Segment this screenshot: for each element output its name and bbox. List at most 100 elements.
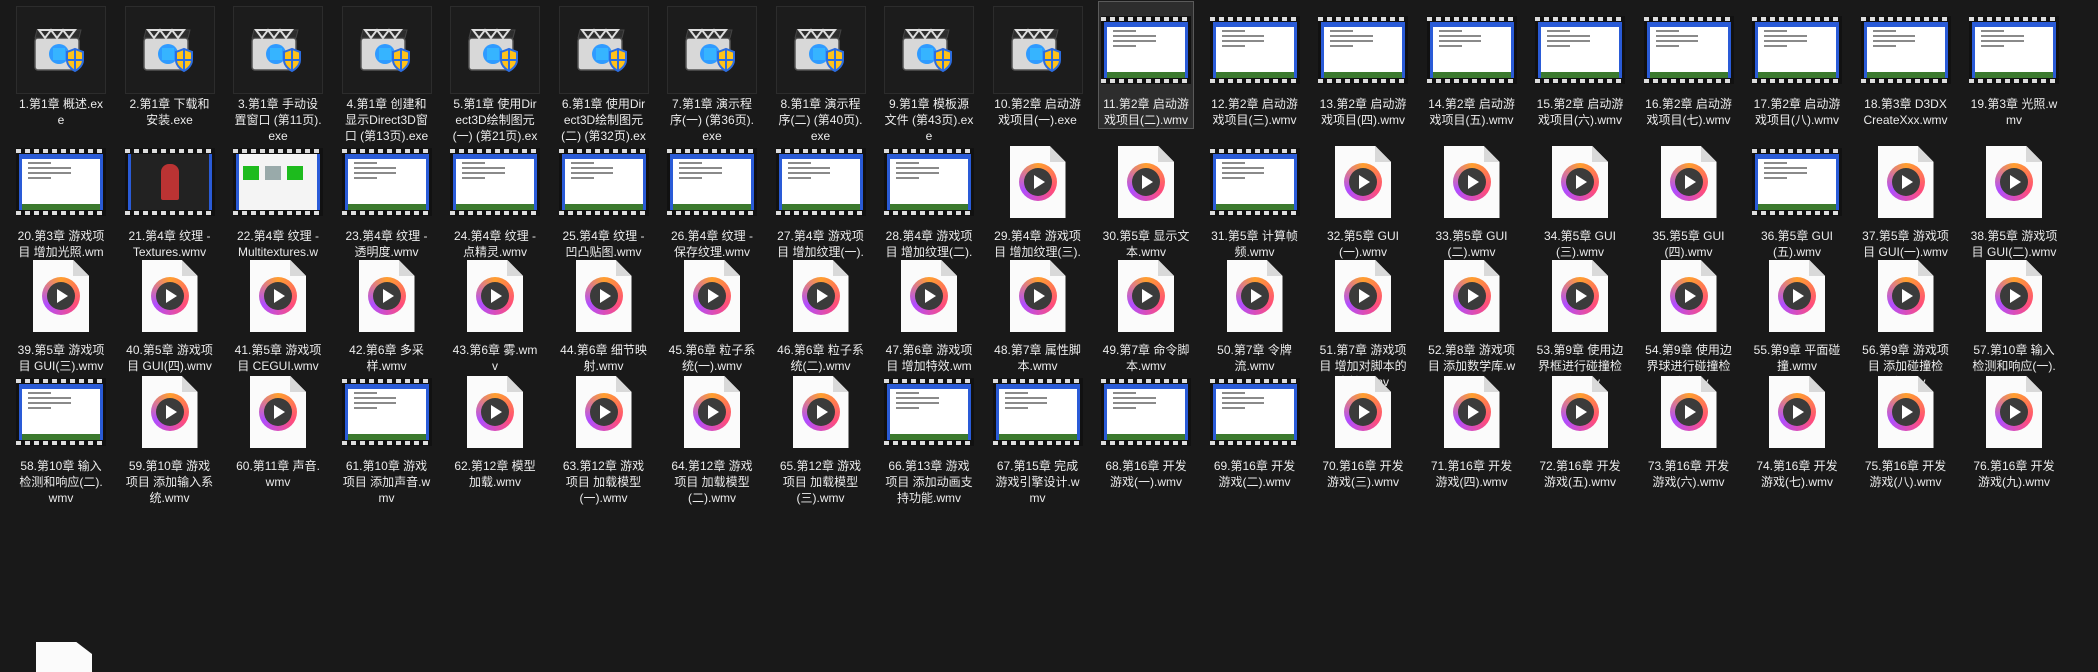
file-item[interactable]: 74.第16章 开发游戏(七).wmv	[1750, 364, 1844, 490]
file-item[interactable]: 26.第4章 纹理 - 保存纹理.wmv	[665, 134, 759, 260]
file-item[interactable]: 55.第9章 平面碰撞.wmv	[1750, 248, 1844, 374]
file-item[interactable]: 32.第5章 GUI(一).wmv	[1316, 134, 1410, 260]
file-item[interactable]: 15.第2章 启动游戏项目(六).wmv	[1533, 2, 1627, 128]
file-name: 65.第12章 游戏项目 加载模型(三).wmv	[779, 459, 862, 505]
file-item[interactable]: 43.第6章 雾.wmv	[448, 248, 542, 374]
video-thumbnail-icon	[884, 368, 974, 456]
file-item[interactable]: 30.第5章 显示文本.wmv	[1099, 134, 1193, 260]
video-thumbnail-icon	[1209, 138, 1300, 226]
file-item[interactable]: 2.第1章 下载和安装.exe	[123, 2, 217, 128]
file-item[interactable]: 46.第6章 粒子系统(二).wmv	[774, 248, 868, 374]
media-file-icon	[667, 368, 757, 456]
file-item[interactable]: 61.第10章 游戏项目 添加声音.wmv	[340, 364, 434, 506]
file-item[interactable]: 16.第2章 启动游戏项目(七).wmv	[1642, 2, 1736, 128]
media-file-icon	[1752, 252, 1842, 340]
file-item[interactable]: 38.第5章 游戏项目 GUI(二).wmv	[1967, 134, 2061, 260]
video-thumbnail-icon	[16, 138, 106, 226]
file-item[interactable]: 33.第5章 GUI(二).wmv	[1425, 134, 1519, 260]
file-item[interactable]: 69.第16章 开发游戏(二).wmv	[1208, 364, 1302, 490]
file-item[interactable]: 10.第2章 启动游戏项目(一).exe	[991, 2, 1085, 128]
file-item[interactable]: 41.第5章 游戏项目 CEGUI.wmv	[231, 248, 325, 374]
file-name: 59.第10章 游戏项目 添加输入系统.wmv	[125, 459, 214, 505]
file-item[interactable]: 31.第5章 计算帧频.wmv	[1208, 134, 1302, 260]
file-item[interactable]: 23.第4章 纹理 - 透明度.wmv	[340, 134, 434, 260]
file-item[interactable]: 63.第12章 游戏项目 加载模型(一).wmv	[557, 364, 651, 506]
file-item[interactable]: 67.第15章 完成游戏引擎设计.wmv	[991, 364, 1085, 506]
media-file-icon	[1101, 138, 1191, 226]
file-item[interactable]: 19.第3章 光照.wmv	[1967, 2, 2061, 128]
file-item[interactable]: 17.第2章 启动游戏项目(八).wmv	[1750, 2, 1844, 128]
file-item[interactable]: 64.第12章 游戏项目 加载模型(二).wmv	[665, 364, 759, 506]
media-file-icon	[776, 368, 866, 456]
file-item[interactable]: 39.第5章 游戏项目 GUI(三).wmv	[14, 248, 108, 374]
video-thumbnail-icon	[992, 368, 1083, 456]
file-item[interactable]: 24.第4章 纹理 - 点精灵.wmv	[448, 134, 542, 260]
media-file-icon	[450, 368, 540, 456]
file-name: 74.第16章 开发游戏(七).wmv	[1756, 459, 1838, 489]
file-item[interactable]: 76.第16章 开发游戏(九).wmv	[1967, 364, 2061, 490]
video-installer-icon	[341, 6, 432, 94]
file-item[interactable]: 44.第6章 细节映射.wmv	[557, 248, 651, 374]
file-item[interactable]: 40.第5章 游戏项目 GUI(四).wmv	[123, 248, 217, 374]
file-item[interactable]: 7.第1章 演示程序(一) (第36页).exe	[665, 2, 759, 144]
media-file-icon	[1969, 138, 2059, 226]
file-name: 11.第2章 启动游戏项目(二).wmv	[1103, 97, 1189, 127]
file-item[interactable]: 37.第5章 游戏项目 GUI(一).wmv	[1859, 134, 1953, 260]
file-item[interactable]: 8.第1章 演示程序(二) (第40页).exe	[774, 2, 868, 144]
file-item[interactable]: 58.第10章 输入检测和响应(二).wmv	[14, 364, 108, 506]
file-item[interactable]: 25.第4章 纹理 - 凹凸贴图.wmv	[557, 134, 651, 260]
video-installer-icon	[233, 6, 323, 94]
file-item[interactable]: 50.第7章 令牌流.wmv	[1208, 248, 1302, 374]
file-name: 76.第16章 开发游戏(九).wmv	[1973, 459, 2055, 489]
file-item[interactable]: 42.第6章 多采样.wmv	[340, 248, 434, 374]
video-installer-icon	[558, 6, 649, 94]
media-file-icon	[1318, 368, 1408, 456]
file-item[interactable]: 59.第10章 游戏项目 添加输入系统.wmv	[123, 364, 217, 506]
file-item[interactable]: 73.第16章 开发游戏(六).wmv	[1642, 364, 1736, 490]
video-installer-icon	[16, 6, 106, 94]
video-thumbnail-icon	[1969, 6, 2059, 94]
video-thumbnail-icon	[1209, 368, 1300, 456]
media-file-icon	[667, 252, 757, 340]
file-item[interactable]: 68.第16章 开发游戏(一).wmv	[1099, 364, 1193, 490]
file-item[interactable]: 72.第16章 开发游戏(五).wmv	[1533, 364, 1627, 490]
file-name: 73.第16章 开发游戏(六).wmv	[1647, 459, 1730, 489]
file-item[interactable]: 12.第2章 启动游戏项目(三).wmv	[1208, 2, 1302, 128]
video-thumbnail-icon	[1752, 6, 1842, 94]
video-thumbnail-icon	[1101, 6, 1191, 94]
file-item[interactable]: 49.第7章 命令脚本.wmv	[1099, 248, 1193, 374]
file-item[interactable]: 70.第16章 开发游戏(三).wmv	[1316, 364, 1410, 490]
file-item[interactable]: 66.第13章 游戏项目 添加动画支持功能.wmv	[882, 364, 976, 506]
file-item[interactable]: 60.第11章 声音.wmv	[231, 364, 325, 490]
file-item[interactable]: 4.第1章 创建和显示Direct3D窗口 (第13页).exe	[340, 2, 434, 144]
file-item[interactable]: 36.第5章 GUI(五).wmv	[1750, 134, 1844, 260]
media-file-icon	[884, 252, 974, 340]
file-item[interactable]: 3.第1章 手动设置窗口 (第11页).exe	[231, 2, 325, 144]
video-thumbnail-icon	[1426, 6, 1517, 94]
file-item[interactable]: 11.第2章 启动游戏项目(二).wmv	[1098, 1, 1194, 129]
file-item[interactable]: 18.第3章 D3DXCreateXxx.wmv	[1859, 2, 1953, 128]
file-item[interactable]: 48.第7章 属性脚本.wmv	[991, 248, 1085, 374]
file-item[interactable]: 21.第4章 纹理 - Textures.wmv	[123, 134, 217, 260]
video-installer-icon	[450, 6, 540, 94]
file-item[interactable]: 71.第16章 开发游戏(四).wmv	[1425, 364, 1519, 490]
file-grid: 1.第1章 概述.exe 2.第1章 下载和安装.exe 3.第1章 手动设置窗…	[0, 0, 2098, 659]
video-thumbnail-icon	[667, 138, 757, 226]
file-item[interactable]: 34.第5章 GUI(三).wmv	[1533, 134, 1627, 260]
file-item[interactable]: 65.第12章 游戏项目 加载模型(三).wmv	[774, 364, 868, 506]
video-installer-icon	[667, 6, 757, 94]
file-item[interactable]: 45.第6章 粒子系统(一).wmv	[665, 248, 759, 374]
file-item[interactable]: 62.第12章 模型加载.wmv	[448, 364, 542, 490]
file-name: 60.第11章 声音.wmv	[236, 459, 320, 489]
file-item[interactable]: 13.第2章 启动游戏项目(四).wmv	[1316, 2, 1410, 128]
file-item[interactable]: 14.第2章 启动游戏项目(五).wmv	[1425, 2, 1519, 128]
file-item[interactable]: 1.第1章 概述.exe	[14, 2, 108, 128]
file-item[interactable]: 35.第5章 GUI(四).wmv	[1642, 134, 1736, 260]
file-item[interactable]: 9.第1章 模板源文件 (第43页).exe	[882, 2, 976, 144]
video-thumbnail-icon	[775, 138, 866, 226]
video-thumbnail-icon	[1318, 6, 1408, 94]
media-file-icon	[1427, 252, 1517, 340]
video-installer-icon	[884, 6, 974, 94]
file-item[interactable]: 75.第16章 开发游戏(八).wmv	[1859, 364, 1953, 490]
file-name: 63.第12章 游戏项目 加载模型(一).wmv	[562, 459, 645, 505]
